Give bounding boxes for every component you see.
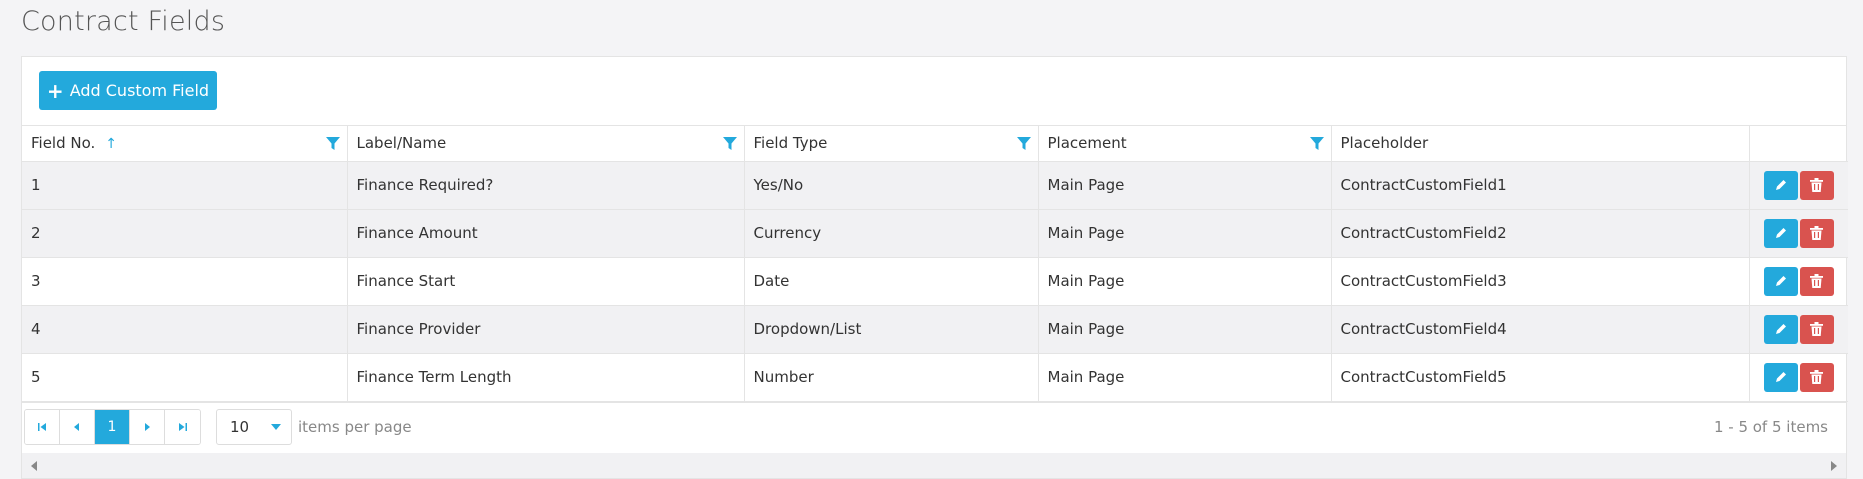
cell-placement: Main Page [1038, 353, 1332, 402]
first-page-button[interactable] [25, 409, 60, 444]
pager-info: 1 - 5 of 5 items [1713, 417, 1828, 436]
column-header-field-type[interactable]: Field Type [744, 126, 1039, 162]
cell-field-type: Yes/No [744, 161, 1039, 210]
page-size-select[interactable]: 10 [216, 408, 292, 445]
scroll-left-icon[interactable] [31, 461, 37, 471]
table-row[interactable]: 3 Finance Start Date Main Page ContractC… [22, 257, 1848, 306]
edit-button[interactable] [1763, 266, 1798, 296]
cell-field-no: 2 [22, 209, 348, 258]
edit-button[interactable] [1763, 314, 1798, 344]
table-body: 1 Finance Required? Yes/No Main Page Con… [22, 161, 1848, 402]
horizontal-scrollbar[interactable] [22, 453, 1846, 478]
cell-placeholder: ContractCustomField2 [1331, 209, 1750, 258]
cell-placement: Main Page [1038, 161, 1332, 210]
column-header-placeholder[interactable]: Placeholder [1331, 126, 1750, 162]
cell-actions [1749, 257, 1848, 306]
next-page-button[interactable] [130, 409, 165, 444]
cell-field-type: Number [744, 353, 1039, 402]
column-label: Label/Name [356, 134, 447, 153]
add-custom-field-button[interactable]: + Add Custom Field [39, 71, 217, 110]
delete-button[interactable] [1799, 314, 1834, 344]
next-page-icon [145, 422, 150, 431]
column-header-placement[interactable]: Placement [1038, 126, 1332, 162]
cell-field-no: 4 [22, 305, 348, 354]
pencil-icon [1775, 228, 1786, 238]
trash-icon [1810, 178, 1824, 192]
pencil-icon [1775, 372, 1786, 382]
cell-actions [1749, 161, 1848, 210]
page-navigation: 1 [24, 408, 201, 445]
cell-field-type: Currency [744, 209, 1039, 258]
filter-icon[interactable] [1016, 137, 1031, 151]
filter-icon[interactable] [722, 137, 737, 151]
table-row[interactable]: 1 Finance Required? Yes/No Main Page Con… [22, 161, 1848, 210]
cell-label: Finance Provider [347, 305, 745, 354]
filter-icon[interactable] [1309, 137, 1324, 151]
pencil-icon [1775, 180, 1786, 190]
cell-placeholder: ContractCustomField1 [1331, 161, 1750, 210]
cell-placeholder: ContractCustomField4 [1331, 305, 1750, 354]
cell-field-no: 3 [22, 257, 348, 306]
cell-placeholder: ContractCustomField5 [1331, 353, 1750, 402]
pencil-icon [1775, 276, 1786, 286]
cell-actions [1749, 353, 1848, 402]
fields-table: Field No. ↑ Label/Name Field Type Placeme… [22, 126, 1848, 402]
column-label: Field No. [31, 134, 96, 153]
cell-label: Finance Start [347, 257, 745, 306]
cell-placeholder: ContractCustomField3 [1331, 257, 1750, 306]
page-size-value: 10 [230, 417, 250, 436]
cell-placement: Main Page [1038, 257, 1332, 306]
pager: 1 10 items per page 1 - 5 of 5 items [22, 401, 1846, 451]
cell-field-no: 5 [22, 353, 348, 402]
cell-field-type: Dropdown/List [744, 305, 1039, 354]
trash-icon [1810, 322, 1824, 336]
page-number-button[interactable]: 1 [95, 409, 130, 444]
cell-field-no: 1 [22, 161, 348, 210]
edit-button[interactable] [1763, 170, 1798, 200]
table-row[interactable]: 2 Finance Amount Currency Main Page Cont… [22, 209, 1848, 258]
cell-placement: Main Page [1038, 305, 1332, 354]
delete-button[interactable] [1799, 266, 1834, 296]
contract-fields-grid: + Add Custom Field Field No. ↑ Label/Name… [21, 56, 1848, 479]
previous-page-icon [74, 422, 79, 431]
filter-icon[interactable] [325, 137, 340, 151]
edit-button[interactable] [1763, 362, 1798, 392]
trash-icon [1810, 370, 1824, 384]
last-page-icon [178, 422, 187, 431]
cell-actions [1749, 305, 1848, 354]
trash-icon [1810, 274, 1824, 288]
header-row: Field No. ↑ Label/Name Field Type Placeme… [22, 126, 1848, 162]
add-custom-field-label: Add Custom Field [69, 81, 210, 100]
column-header-label-name[interactable]: Label/Name [347, 126, 745, 162]
column-label: Placement [1047, 134, 1127, 153]
column-header-actions [1749, 126, 1848, 162]
delete-button[interactable] [1799, 170, 1834, 200]
cell-label: Finance Required? [347, 161, 745, 210]
items-per-page-label: items per page [298, 417, 412, 436]
chevron-down-icon [271, 423, 281, 430]
page-title: Contract Fields [21, 6, 226, 37]
grid-toolbar: + Add Custom Field [22, 57, 1846, 126]
column-label: Field Type [753, 134, 828, 153]
table-row[interactable]: 5 Finance Term Length Number Main Page C… [22, 353, 1848, 402]
cell-actions [1749, 209, 1848, 258]
trash-icon [1810, 226, 1824, 240]
last-page-button[interactable] [165, 409, 200, 444]
cell-placement: Main Page [1038, 209, 1332, 258]
pencil-icon [1775, 324, 1786, 334]
cell-label: Finance Amount [347, 209, 745, 258]
plus-icon: + [46, 78, 64, 103]
column-label: Placeholder [1340, 134, 1429, 153]
column-header-field-no[interactable]: Field No. ↑ [22, 126, 348, 162]
previous-page-button[interactable] [60, 409, 95, 444]
scroll-right-icon[interactable] [1831, 461, 1837, 471]
first-page-icon [38, 422, 46, 431]
delete-button[interactable] [1799, 362, 1834, 392]
sort-ascending-icon: ↑ [105, 136, 118, 153]
cell-field-type: Date [744, 257, 1039, 306]
table-row[interactable]: 4 Finance Provider Dropdown/List Main Pa… [22, 305, 1848, 354]
delete-button[interactable] [1799, 218, 1834, 248]
edit-button[interactable] [1763, 218, 1798, 248]
cell-label: Finance Term Length [347, 353, 745, 402]
